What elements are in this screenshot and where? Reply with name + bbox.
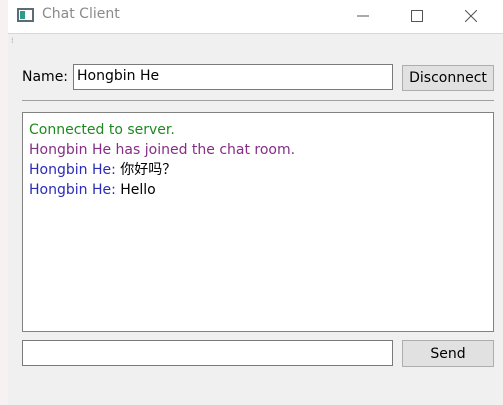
send-button[interactable]: Send <box>402 340 494 367</box>
maximize-icon <box>411 10 423 22</box>
message-sender: Hongbin He <box>29 182 112 198</box>
horizontal-divider <box>22 100 494 101</box>
title-bar[interactable]: Chat Client <box>8 0 503 33</box>
chat-client-window: Chat Client ⁞ Name: Hongbin He Disconnec… <box>8 0 503 405</box>
message-text: 你好吗？ <box>120 162 177 178</box>
chat-message: Hongbin He: Hello <box>29 180 493 200</box>
system-message: Hongbin He has joined the chat room. <box>29 142 296 158</box>
message-separator: : <box>111 162 121 178</box>
minimize-button[interactable] <box>340 0 386 32</box>
maximize-button[interactable] <box>394 0 440 32</box>
close-button[interactable] <box>448 0 494 32</box>
name-input[interactable]: Hongbin He <box>73 64 393 90</box>
system-message: Connected to server. <box>29 122 175 138</box>
chat-message: Hongbin He: 你好吗？ <box>29 160 493 180</box>
message-text: Hello <box>120 182 156 198</box>
window-title: Chat Client <box>42 6 120 22</box>
message-input[interactable] <box>22 340 393 366</box>
disconnect-button[interactable]: Disconnect <box>402 65 494 91</box>
close-icon <box>465 10 477 22</box>
name-label: Name: <box>22 69 69 85</box>
background-strip <box>0 0 8 405</box>
toolbar-grip-icon[interactable]: ⁞ <box>11 37 14 45</box>
app-window-icon <box>17 8 34 22</box>
chat-log[interactable]: Connected to server. Hongbin He has join… <box>22 112 494 332</box>
message-sender: Hongbin He <box>29 162 112 178</box>
titlebar-separator <box>8 33 503 34</box>
minimize-icon <box>357 15 369 17</box>
message-separator: : <box>111 182 121 198</box>
